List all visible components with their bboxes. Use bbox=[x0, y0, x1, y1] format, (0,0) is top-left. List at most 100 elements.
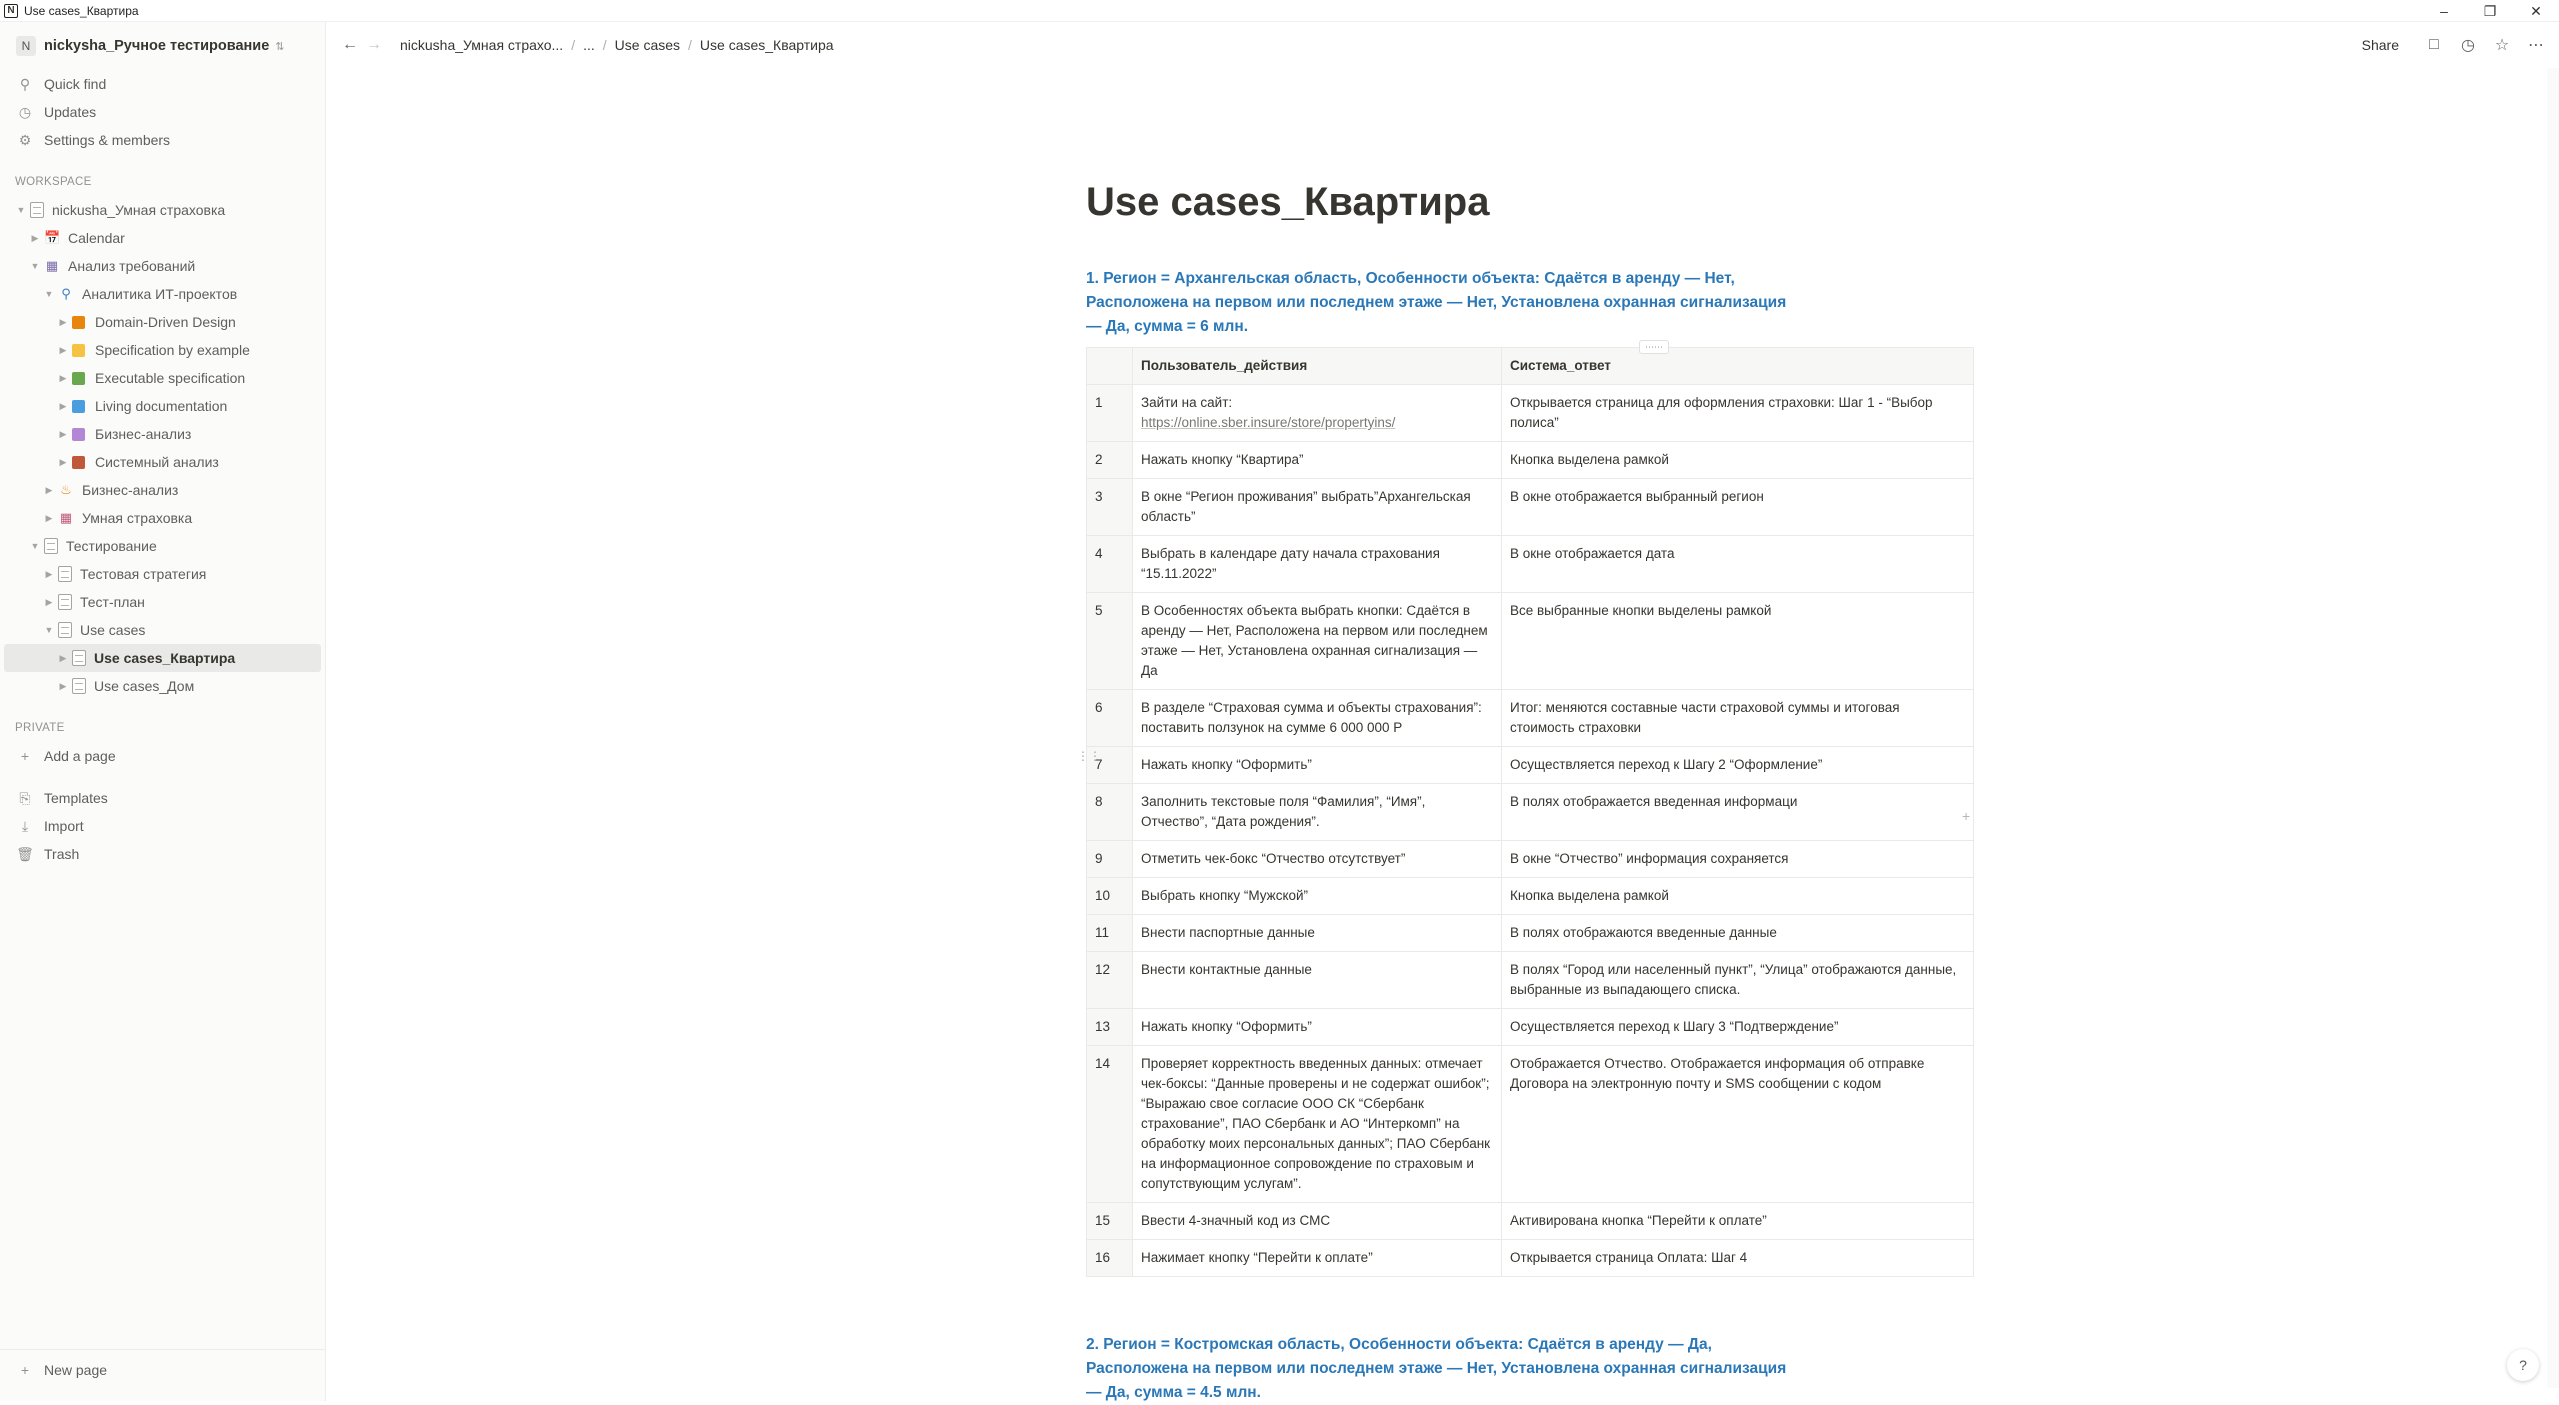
tree-item-umnaya-strakhovka[interactable]: ▼ nickusha_Умная страховка bbox=[0, 196, 325, 224]
tree-item-spec-by-example[interactable]: ▶ Specification by example bbox=[0, 336, 325, 364]
system-response-cell[interactable]: Итог: меняются составные части страховой… bbox=[1502, 690, 1974, 747]
header-num-cell[interactable] bbox=[1087, 348, 1133, 385]
tree-item-biznes-analiz[interactable]: ▶ ♨ Бизнес-анализ bbox=[0, 476, 325, 504]
comment-icon[interactable]: □ bbox=[2417, 36, 2451, 54]
system-response-cell[interactable]: Все выбранные кнопки выделены рамкой bbox=[1502, 593, 1974, 690]
row-drag-handle-icon[interactable]: ⋮⋮ bbox=[1077, 749, 1101, 763]
tree-item-test-strategy[interactable]: ▶ Тестовая стратегия bbox=[0, 560, 325, 588]
user-action-cell[interactable]: Ввести 4-значный код из СМС bbox=[1133, 1203, 1502, 1240]
row-number-cell[interactable]: 11 bbox=[1087, 915, 1133, 952]
row-number-cell[interactable]: 16 bbox=[1087, 1240, 1133, 1277]
system-response-cell[interactable]: Отображается Отчество. Отображается инфо… bbox=[1502, 1046, 1974, 1203]
sidebar-import[interactable]: ⤓ Import bbox=[0, 812, 325, 840]
breadcrumb-item[interactable]: Use cases_Квартира bbox=[696, 37, 838, 53]
row-number-cell[interactable]: 15 bbox=[1087, 1203, 1133, 1240]
expand-toggle-icon[interactable]: ▼ bbox=[42, 625, 56, 635]
user-action-cell[interactable]: В Особенностях объекта выбрать кнопки: С… bbox=[1133, 593, 1502, 690]
share-button[interactable]: Share bbox=[2362, 37, 2399, 53]
tree-item-testirovanie[interactable]: ▼ Тестирование bbox=[0, 532, 325, 560]
tree-item-biznes-analiz-sub[interactable]: ▶ Бизнес-анализ bbox=[0, 420, 325, 448]
system-response-cell[interactable]: В полях отображается введенная информаци bbox=[1502, 784, 1974, 841]
system-response-cell[interactable]: Активирована кнопка “Перейти к оплате” bbox=[1502, 1203, 1974, 1240]
user-action-cell[interactable]: В окне “Регион проживания” выбрать”Архан… bbox=[1133, 479, 1502, 536]
sidebar-trash[interactable]: 🗑 Trash bbox=[0, 840, 325, 868]
row-number-cell[interactable]: 12 bbox=[1087, 952, 1133, 1009]
breadcrumb-item[interactable]: ... bbox=[579, 37, 599, 53]
user-action-cell[interactable]: Нажать кнопку “Оформить” bbox=[1133, 747, 1502, 784]
system-response-cell[interactable]: В полях “Город или населенный пункт”, “У… bbox=[1502, 952, 1974, 1009]
expand-toggle-icon[interactable]: ▶ bbox=[56, 317, 70, 328]
user-action-cell[interactable]: Нажимает кнопку “Перейти к оплате” bbox=[1133, 1240, 1502, 1277]
system-response-cell[interactable]: Осуществляется переход к Шагу 3 “Подтвер… bbox=[1502, 1009, 1974, 1046]
header-user-actions[interactable]: Пользователь_действия bbox=[1133, 348, 1502, 385]
close-icon[interactable]: ✕ bbox=[2513, 0, 2559, 22]
expand-toggle-icon[interactable]: ▼ bbox=[28, 541, 42, 551]
expand-toggle-icon[interactable]: ▶ bbox=[56, 681, 70, 692]
expand-toggle-icon[interactable]: ▼ bbox=[28, 261, 42, 271]
user-action-cell[interactable]: В разделе “Страховая сумма и объекты стр… bbox=[1133, 690, 1502, 747]
tree-item-executable-spec[interactable]: ▶ Executable specification bbox=[0, 364, 325, 392]
row-number-cell[interactable]: 8 bbox=[1087, 784, 1133, 841]
expand-toggle-icon[interactable]: ▶ bbox=[42, 597, 56, 608]
star-icon[interactable]: ☆ bbox=[2485, 35, 2519, 55]
system-response-cell[interactable]: Осуществляется переход к Шагу 2 “Оформле… bbox=[1502, 747, 1974, 784]
expand-toggle-icon[interactable]: ▶ bbox=[42, 513, 56, 524]
row-number-cell[interactable]: 9 bbox=[1087, 841, 1133, 878]
column-drag-handle-icon[interactable]: ⋯⋯ bbox=[1639, 340, 1669, 354]
expand-toggle-icon[interactable]: ▶ bbox=[56, 653, 70, 664]
system-response-cell[interactable]: В окне отображается выбранный регион bbox=[1502, 479, 1974, 536]
row-number-cell[interactable]: 10 bbox=[1087, 878, 1133, 915]
row-number-cell[interactable]: 5 bbox=[1087, 593, 1133, 690]
help-button[interactable]: ? bbox=[2507, 1349, 2539, 1381]
user-action-cell[interactable]: Зайти на сайт:https://online.sber.insure… bbox=[1133, 385, 1502, 442]
breadcrumb-item[interactable]: nickusha_Умная страхо... bbox=[396, 37, 567, 53]
new-page-button[interactable]: + New page bbox=[0, 1349, 325, 1389]
system-response-cell[interactable]: В окне “Отчество” информация сохраняется bbox=[1502, 841, 1974, 878]
add-page-button[interactable]: + Add a page bbox=[0, 742, 325, 770]
user-action-cell[interactable]: Отметить чек-бокс “Отчество отсутствует” bbox=[1133, 841, 1502, 878]
tree-item-use-cases[interactable]: ▼ Use cases bbox=[0, 616, 325, 644]
expand-toggle-icon[interactable]: ▼ bbox=[14, 205, 28, 215]
system-response-cell[interactable]: Кнопка выделена рамкой bbox=[1502, 442, 1974, 479]
tree-item-test-plan[interactable]: ▶ Тест-план bbox=[0, 588, 325, 616]
add-column-icon[interactable]: + bbox=[1962, 808, 1970, 824]
breadcrumb-item[interactable]: Use cases bbox=[611, 37, 684, 53]
expand-toggle-icon[interactable]: ▶ bbox=[56, 373, 70, 384]
user-action-cell[interactable]: Заполнить текстовые поля “Фамилия”, “Имя… bbox=[1133, 784, 1502, 841]
expand-toggle-icon[interactable]: ▶ bbox=[42, 569, 56, 580]
row-number-cell[interactable]: 14 bbox=[1087, 1046, 1133, 1203]
row-number-cell[interactable]: 1 bbox=[1087, 385, 1133, 442]
user-action-cell[interactable]: Выбрать кнопку “Мужской” bbox=[1133, 878, 1502, 915]
history-icon[interactable]: ◷ bbox=[2451, 35, 2485, 55]
user-action-cell[interactable]: Внести контактные данные bbox=[1133, 952, 1502, 1009]
header-system-response[interactable]: Система_ответ bbox=[1502, 348, 1974, 385]
system-response-cell[interactable]: Открывается страница Оплата: Шаг 4 bbox=[1502, 1240, 1974, 1277]
expand-toggle-icon[interactable]: ▶ bbox=[56, 345, 70, 356]
user-action-cell[interactable]: Нажать кнопку “Квартира” bbox=[1133, 442, 1502, 479]
tree-item-umnaya-strakhovka-sub[interactable]: ▶ ▦ Умная страховка bbox=[0, 504, 325, 532]
tree-item-living-docs[interactable]: ▶ Living documentation bbox=[0, 392, 325, 420]
row-number-cell[interactable]: 2 bbox=[1087, 442, 1133, 479]
expand-toggle-icon[interactable]: ▼ bbox=[42, 289, 56, 299]
system-response-cell[interactable]: Кнопка выделена рамкой bbox=[1502, 878, 1974, 915]
tree-item-sistemny-analiz[interactable]: ▶ Системный анализ bbox=[0, 448, 325, 476]
system-response-cell[interactable]: В полях отображаются введенные данные bbox=[1502, 915, 1974, 952]
user-action-cell[interactable]: Проверяет корректность введенных данных:… bbox=[1133, 1046, 1502, 1203]
sidebar-updates[interactable]: ◷ Updates bbox=[0, 98, 325, 126]
tree-item-use-cases-dom[interactable]: ▶ Use cases_Дом bbox=[0, 672, 325, 700]
user-action-cell[interactable]: Нажать кнопку “Оформить” bbox=[1133, 1009, 1502, 1046]
tree-item-analiz-trebovaniy[interactable]: ▼ ▦ Анализ требований bbox=[0, 252, 325, 280]
site-link[interactable]: https://online.sber.insure/store/propert… bbox=[1141, 415, 1395, 430]
expand-toggle-icon[interactable]: ▶ bbox=[42, 485, 56, 496]
row-number-cell[interactable]: 13 bbox=[1087, 1009, 1133, 1046]
user-action-cell[interactable]: Внести паспортные данные bbox=[1133, 915, 1502, 952]
expand-toggle-icon[interactable]: ▶ bbox=[28, 233, 42, 244]
sidebar-quick-find[interactable]: ⚲ Quick find bbox=[0, 70, 325, 98]
forward-arrow-icon[interactable]: → bbox=[362, 36, 386, 54]
row-number-cell[interactable]: 4 bbox=[1087, 536, 1133, 593]
back-arrow-icon[interactable]: ← bbox=[338, 36, 362, 54]
restore-icon[interactable]: ❐ bbox=[2467, 0, 2513, 22]
row-number-cell[interactable]: 6 bbox=[1087, 690, 1133, 747]
tree-item-analitika-it[interactable]: ▼ ⚲ Аналитика ИТ-проектов bbox=[0, 280, 325, 308]
scrollbar[interactable] bbox=[2547, 68, 2559, 1388]
